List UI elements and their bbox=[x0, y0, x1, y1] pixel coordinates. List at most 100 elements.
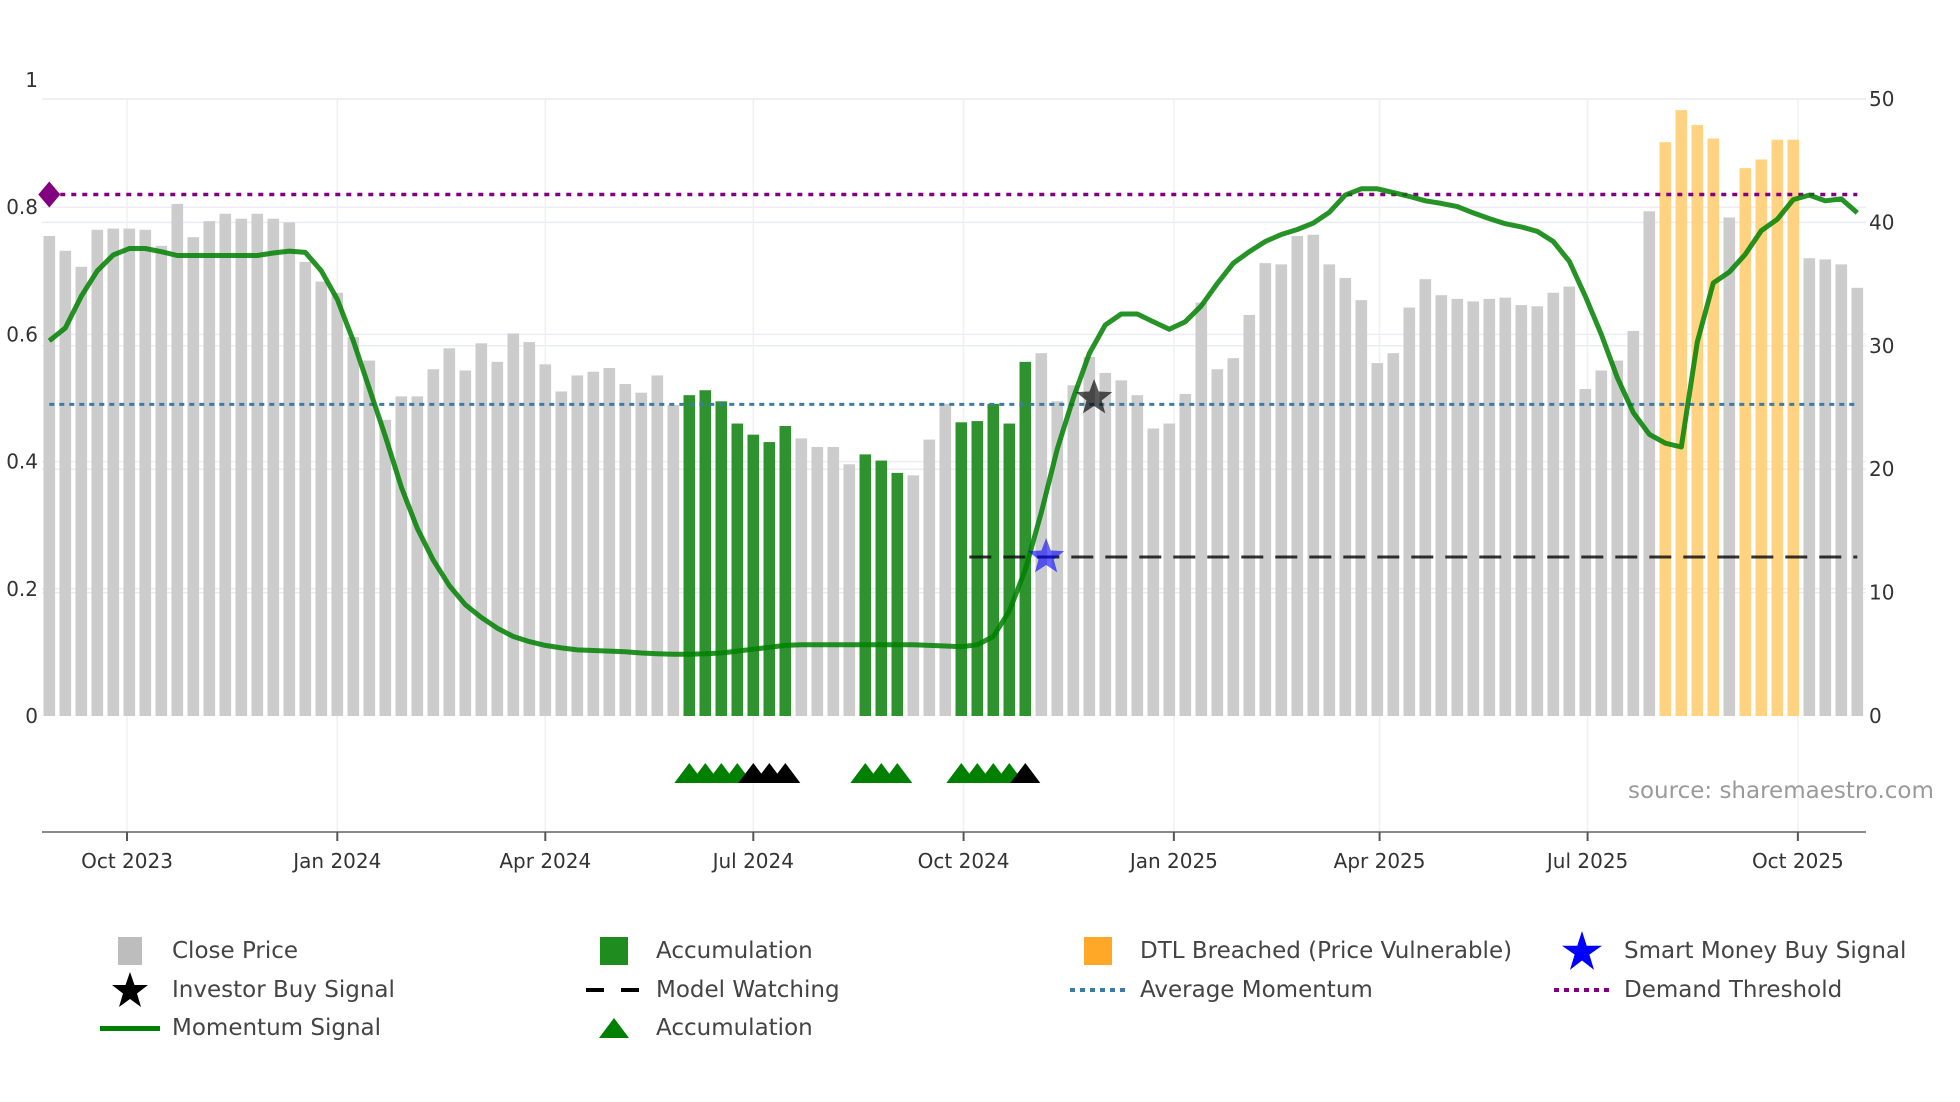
close-price-bar bbox=[267, 218, 280, 716]
close-price-bar bbox=[1403, 307, 1416, 716]
legend-label: Investor Buy Signal bbox=[172, 977, 395, 1003]
close-price-bar bbox=[1387, 353, 1400, 716]
close-price-bar bbox=[331, 292, 344, 716]
close-price-bar bbox=[555, 391, 568, 716]
dtl-breached-bar bbox=[1659, 142, 1672, 716]
legend-smart-money[interactable]: Smart Money Buy Signal bbox=[1552, 931, 1907, 970]
close-price-bar bbox=[347, 337, 360, 716]
demand-threshold-diamond bbox=[38, 181, 61, 208]
legend-dtl-breached[interactable]: DTL Breached (Price Vulnerable) bbox=[1068, 934, 1512, 968]
close-price-bar bbox=[1531, 306, 1544, 716]
x-tick-label: Apr 2025 bbox=[1334, 849, 1426, 873]
accumulation-bar bbox=[987, 403, 1000, 716]
accumulation-bar bbox=[875, 460, 888, 716]
legend-label: Close Price bbox=[172, 938, 299, 964]
accumulation-bar bbox=[731, 423, 744, 716]
legend-label: Demand Threshold bbox=[1624, 977, 1843, 1003]
accumulation-bar bbox=[1003, 423, 1016, 716]
close-price-bar bbox=[811, 446, 824, 716]
legend-momentum-signal[interactable]: Momentum Signal bbox=[100, 1011, 381, 1045]
close-price-bar bbox=[251, 213, 264, 716]
x-tick-label: Jul 2025 bbox=[1545, 849, 1628, 873]
accumulation-bar bbox=[859, 454, 872, 716]
legend-close-price[interactable]: Close Price bbox=[100, 934, 298, 968]
close-price-bar bbox=[571, 375, 584, 716]
black-star-icon bbox=[100, 972, 160, 1007]
x-tick-label: Jan 2024 bbox=[291, 849, 381, 873]
close-price-bar bbox=[1275, 264, 1288, 716]
legend-label: Model Watching bbox=[656, 977, 840, 1003]
legend-average-momentum[interactable]: Average Momentum bbox=[1068, 973, 1373, 1007]
close-price-bar bbox=[923, 439, 936, 716]
close-price-bar bbox=[283, 222, 296, 716]
accumulation-bar bbox=[699, 390, 712, 716]
close-price-bar bbox=[843, 464, 856, 716]
close-price-bar bbox=[1307, 234, 1320, 717]
accumulation-bar bbox=[779, 426, 792, 716]
green-square-icon bbox=[584, 934, 644, 968]
close-price-bar bbox=[1227, 358, 1240, 716]
y-left-tick-label: 0.8 bbox=[6, 195, 38, 219]
dashed-line-icon bbox=[584, 973, 644, 1007]
x-tick-label: Apr 2024 bbox=[499, 849, 591, 873]
close-price-bar bbox=[1067, 385, 1080, 716]
close-price-bar bbox=[1595, 370, 1608, 716]
close-price-bar bbox=[1499, 297, 1512, 716]
close-price-bar bbox=[1579, 388, 1592, 716]
source-note: source: sharemaestro.com bbox=[1628, 778, 1934, 804]
close-price-bar bbox=[1115, 380, 1128, 716]
y-left-tick-label: 0.4 bbox=[6, 450, 38, 474]
close-price-bar bbox=[1515, 305, 1528, 716]
close-price-bar bbox=[1163, 423, 1176, 716]
legend-investor-buy[interactable]: Investor Buy Signal bbox=[100, 972, 395, 1007]
orange-square-icon bbox=[1068, 934, 1128, 968]
close-price-bar bbox=[235, 218, 248, 716]
legend-accumulation-triangle[interactable]: Accumulation bbox=[584, 1011, 813, 1045]
accumulation-bar bbox=[683, 395, 696, 716]
close-price-bar bbox=[203, 221, 216, 716]
legend-accumulation-bar[interactable]: Accumulation bbox=[584, 934, 813, 968]
close-price-bar bbox=[1419, 279, 1432, 716]
y-right-tick-label: 10 bbox=[1869, 581, 1894, 605]
close-price-bar bbox=[43, 235, 56, 716]
close-price-bar bbox=[1835, 264, 1848, 716]
legend-label: Average Momentum bbox=[1140, 977, 1373, 1003]
blue-star-icon bbox=[1552, 931, 1612, 970]
legend-label: Accumulation bbox=[656, 1015, 813, 1041]
close-price-bar bbox=[1259, 263, 1272, 716]
close-price-bar bbox=[1195, 302, 1208, 716]
close-price-bar bbox=[507, 333, 520, 716]
close-price-bar bbox=[827, 446, 840, 716]
x-tick-label: Oct 2024 bbox=[918, 849, 1010, 873]
accumulation-bar bbox=[1019, 361, 1032, 716]
close-price-bar bbox=[939, 403, 952, 716]
close-price-bar bbox=[411, 396, 424, 716]
legend-demand-threshold[interactable]: Demand Threshold bbox=[1552, 973, 1842, 1007]
x-tick-label: Oct 2023 bbox=[81, 849, 173, 873]
legend-label: Momentum Signal bbox=[172, 1015, 382, 1041]
x-tick-label: Jan 2025 bbox=[1128, 849, 1218, 873]
close-price-bar bbox=[123, 228, 136, 716]
close-price-bar bbox=[1323, 264, 1336, 716]
legend-label: DTL Breached (Price Vulnerable) bbox=[1140, 938, 1513, 964]
close-price-bar bbox=[171, 203, 184, 716]
y-right-tick-label: 50 bbox=[1869, 87, 1894, 111]
close-price-bar bbox=[667, 405, 680, 716]
close-price-bar bbox=[219, 213, 232, 716]
close-price-bar bbox=[1819, 259, 1832, 716]
close-price-bar bbox=[1099, 372, 1112, 716]
legend-label: Smart Money Buy Signal bbox=[1624, 938, 1907, 964]
close-price-bar bbox=[315, 281, 328, 716]
close-price-bar bbox=[587, 371, 600, 716]
close-price-bar bbox=[155, 245, 168, 716]
x-tick-label: Jul 2024 bbox=[711, 849, 794, 873]
close-price-bar bbox=[1451, 298, 1464, 716]
close-price-bar bbox=[1611, 360, 1624, 716]
legend-model-watching[interactable]: Model Watching bbox=[584, 973, 840, 1007]
close-price-bar bbox=[1371, 363, 1384, 716]
dtl-breached-bar bbox=[1755, 159, 1768, 716]
close-price-bar bbox=[1563, 286, 1576, 716]
close-price-bar bbox=[907, 475, 920, 716]
close-price-bar bbox=[91, 229, 104, 716]
close-price-bar bbox=[459, 370, 472, 716]
